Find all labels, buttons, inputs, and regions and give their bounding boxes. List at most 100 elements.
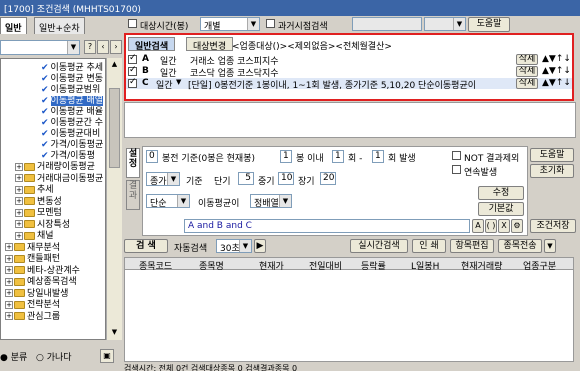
auto-interval-select[interactable]: 30초 ▼ (216, 239, 252, 254)
tree-group[interactable]: + 관심그룹 (5, 309, 60, 322)
expand-icon[interactable]: + (15, 162, 23, 171)
settings-help-button[interactable]: 도움말 (530, 148, 574, 162)
past-time-select[interactable]: ▼ (424, 17, 466, 31)
help-question-button[interactable]: ? (84, 40, 96, 54)
tree-group[interactable]: + 당일내발생 (5, 286, 68, 299)
tree-group[interactable]: + 추세 (15, 182, 54, 195)
target-time-select[interactable]: 개별 ▼ (200, 17, 260, 32)
paren-button[interactable]: ( ) (485, 219, 497, 233)
row-b-move-icons[interactable]: ▲▼↑↓ (542, 66, 571, 76)
expand-icon[interactable]: + (15, 231, 23, 240)
tree-scrollbar[interactable]: ▲ ▼ (106, 58, 122, 340)
expand-icon[interactable]: + (15, 185, 23, 194)
chevron-down-icon[interactable]: ▼ (544, 239, 556, 253)
tab-general-sequential[interactable]: 일반+순차 (34, 17, 85, 34)
default-value-button[interactable]: 기본값 (478, 202, 524, 216)
row-b-checkbox[interactable] (128, 65, 137, 76)
tab-target-change[interactable]: 대상변경 (186, 37, 234, 52)
tree-group[interactable]: + 채널 (15, 228, 54, 241)
short-term-field[interactable]: 5 (238, 172, 254, 185)
expand-icon[interactable]: + (5, 254, 13, 263)
expand-icon[interactable]: + (5, 243, 13, 251)
within-bars-field[interactable]: 1 (280, 150, 292, 163)
not-result-checkbox[interactable] (452, 151, 461, 160)
ma-type-select[interactable]: 단순 ▼ (146, 194, 190, 209)
expand-icon[interactable]: + (15, 208, 23, 217)
radio-alphabetical[interactable]: ○ 가나다 (36, 350, 72, 363)
vtab-result[interactable]: 결과 (126, 180, 140, 210)
edit-items-button[interactable]: 항목편집 (450, 239, 494, 253)
row-c-delete-button[interactable]: 삭제 (516, 78, 538, 89)
tree-item-checked[interactable]: ✔ 이동평균 변동 (41, 71, 103, 84)
gear-icon[interactable]: ⚙ (511, 219, 523, 233)
radio-category[interactable]: ● 분류 (0, 350, 27, 363)
tree-item-checked[interactable]: ✔ 이동평균대비 (41, 126, 100, 139)
row-b-delete-button[interactable]: 삭제 (516, 66, 538, 77)
tree-group[interactable]: + 베타-상관계수 (5, 263, 80, 276)
folder-icon-button[interactable]: ▣ (100, 349, 114, 363)
consecutive-checkbox[interactable] (452, 165, 461, 174)
row-c-move-icons[interactable]: ▲▼↑↓ (542, 78, 571, 88)
realtime-search-button[interactable]: 실시간검색 (350, 239, 408, 253)
past-date-field[interactable] (352, 17, 422, 31)
tree-group[interactable]: + 전략분석 (5, 297, 60, 310)
category-select[interactable]: ▼ (0, 40, 80, 55)
search-button[interactable]: 검 색 (124, 239, 168, 253)
scroll-thumb[interactable] (109, 88, 120, 168)
x-icon[interactable]: X (498, 219, 510, 233)
past-search-checkbox[interactable] (266, 19, 275, 28)
expand-icon[interactable]: + (5, 266, 13, 274)
row-a-delete-button[interactable]: 삭제 (516, 54, 538, 65)
tree-item-checked[interactable]: ✔ 가격/이동평균 (41, 137, 103, 150)
expand-icon[interactable]: + (15, 174, 23, 182)
tree-group[interactable]: + 캔들패턴 (5, 251, 60, 264)
condition-row-b[interactable]: B 일간 코스닥 업종 코스닥지수 삭제 ▲▼↑↓ (126, 65, 572, 79)
save-condition-button[interactable]: 조건저장 (530, 219, 576, 233)
vtab-settings[interactable]: 설정 (126, 148, 140, 178)
tree-group[interactable]: + 예상종목검색 (5, 274, 77, 287)
tree-item-checked[interactable]: ✔ 이동평균 추세 (41, 60, 103, 73)
tree-item-checked[interactable]: ✔ 이동평균간 수 (41, 115, 103, 128)
send-items-button[interactable]: 종목전송 (498, 239, 542, 253)
tree-group[interactable]: + 거래대금이동평균 (15, 171, 103, 184)
expand-icon[interactable]: + (15, 220, 23, 228)
mid-term-field[interactable]: 10 (278, 172, 294, 185)
tree-item-checked[interactable]: ✔ 가격/이동평 (41, 148, 95, 161)
expand-icon[interactable]: + (5, 277, 13, 286)
tree-group[interactable]: + 변동성 (15, 194, 62, 207)
tree-item-checked[interactable]: ✔ 이동평균범위 (41, 82, 100, 95)
formula-field[interactable]: A and B and C (184, 219, 470, 233)
scroll-up-icon[interactable]: ▲ (109, 60, 120, 70)
target-time-checkbox[interactable] (128, 19, 137, 28)
and-operator-button[interactable]: A (472, 219, 484, 233)
prev-button[interactable]: ‹ (97, 40, 109, 54)
tab-general[interactable]: 일반 (0, 17, 27, 34)
reset-button[interactable]: 초기화 (530, 164, 574, 178)
condition-row-c[interactable]: C 일간 ▼ [단일] 0봉전기준 1봉이내, 1~1회 발생, 종가기준 5,… (126, 77, 572, 91)
tree-group[interactable]: + 시장특성 (15, 217, 70, 230)
tab-general-search[interactable]: 일반검색 (128, 37, 176, 52)
long-term-field[interactable]: 20 (320, 172, 336, 185)
next-button[interactable]: › (110, 40, 122, 54)
chevron-down-icon[interactable]: ▼ (176, 78, 181, 86)
tree-group[interactable]: + 모멘텀 (15, 205, 62, 218)
tree-item-checked[interactable]: ✔ 이동평균 배열 (41, 93, 104, 106)
condition-row-a[interactable]: A 일간 거래소 업종 코스피지수 삭제 ▲▼↑↓ (126, 53, 572, 67)
tree-group[interactable]: + 거래량이동평균 (15, 159, 95, 172)
times-to-field[interactable]: 1 (372, 150, 384, 163)
modify-button[interactable]: 수정 (478, 186, 524, 200)
play-icon[interactable]: ▶ (254, 239, 266, 253)
row-c-checkbox[interactable] (128, 77, 137, 88)
expand-icon[interactable]: + (5, 300, 13, 309)
arrangement-select[interactable]: 정배열 ▼ (250, 194, 292, 209)
expand-icon[interactable]: + (5, 289, 13, 297)
price-basis-select[interactable]: 종가 ▼ (146, 172, 180, 187)
print-button[interactable]: 인 쇄 (412, 239, 446, 253)
row-a-move-icons[interactable]: ▲▼↑↓ (542, 54, 571, 64)
expand-icon[interactable]: + (5, 312, 13, 320)
tree-item-checked[interactable]: ✔ 이동평균 배율 (41, 104, 103, 117)
scroll-down-icon[interactable]: ▼ (109, 328, 120, 338)
bars-before-field[interactable]: 0 (146, 150, 158, 163)
tree-group[interactable]: + 재무분석 (5, 240, 60, 253)
top-help-button[interactable]: 도움말 (468, 17, 510, 32)
